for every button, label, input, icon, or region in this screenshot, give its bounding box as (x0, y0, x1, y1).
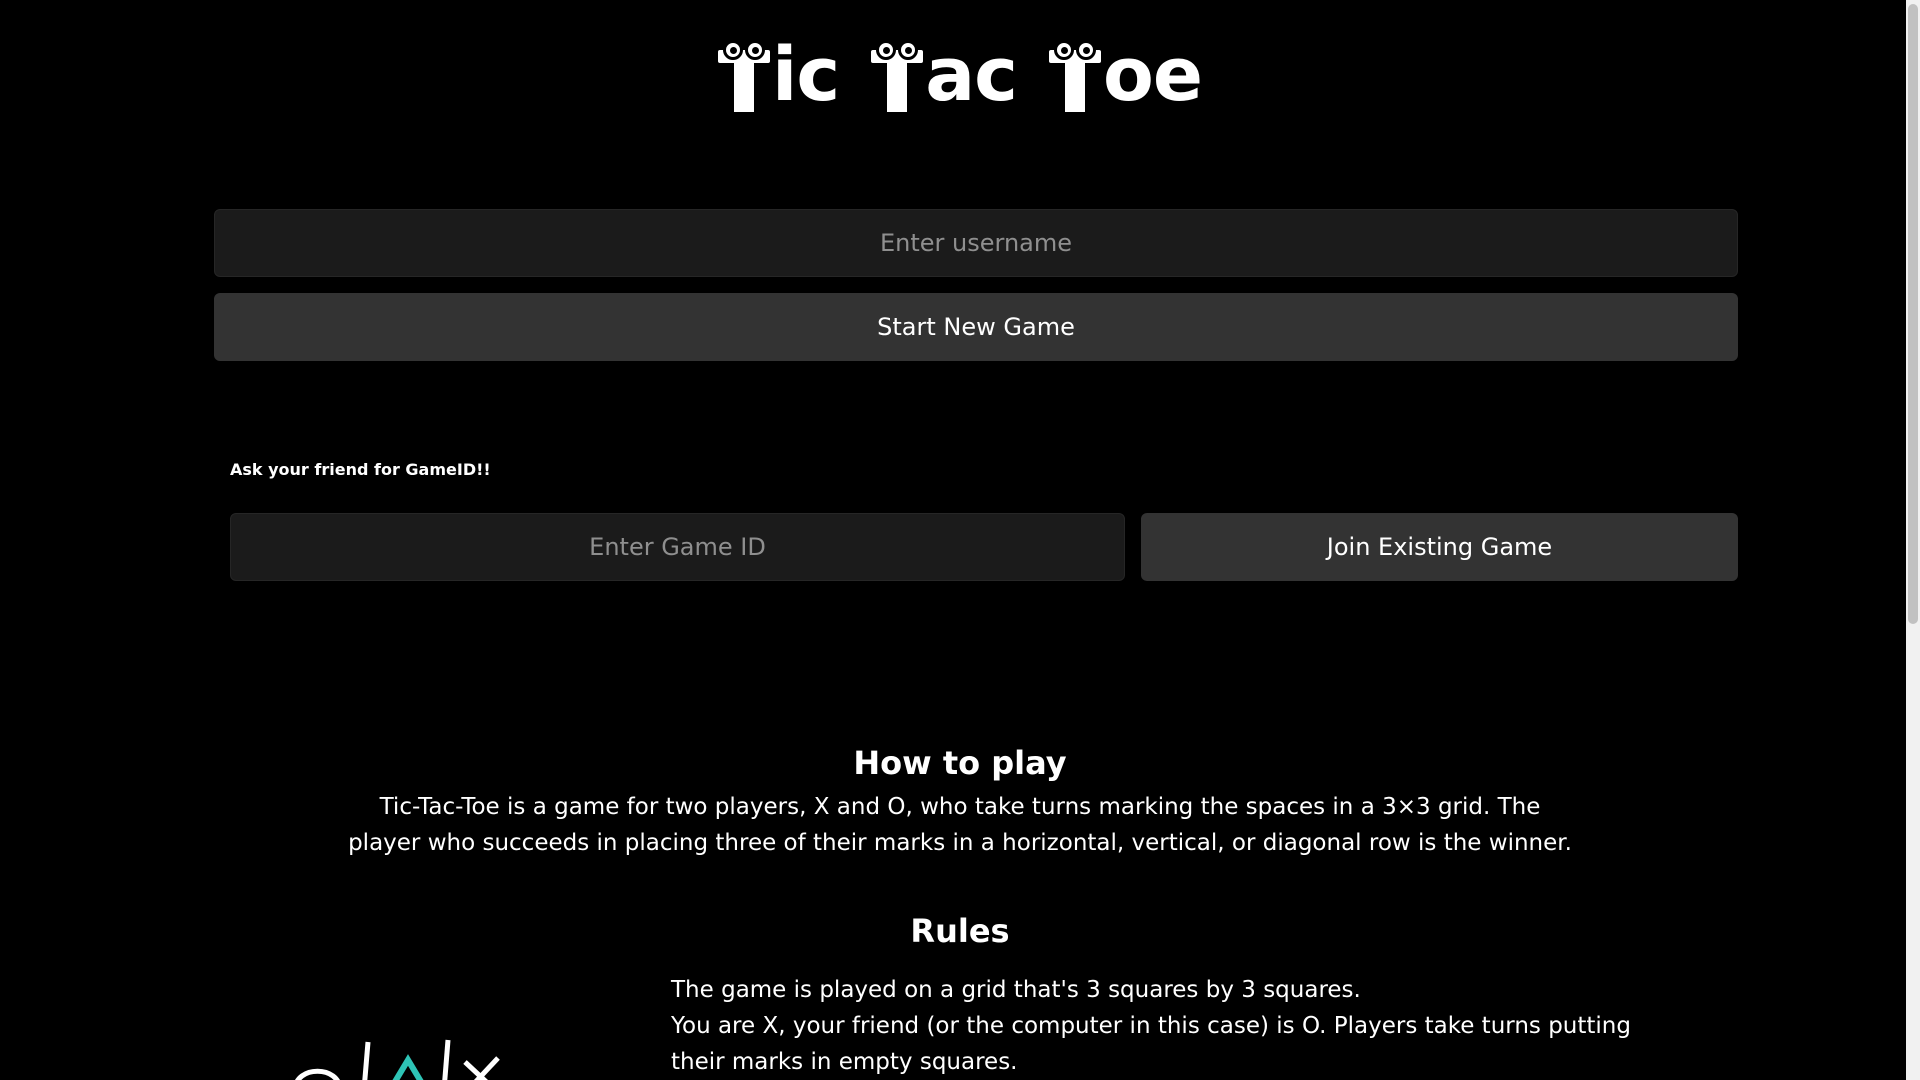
start-new-game-button[interactable]: Start New Game (214, 293, 1738, 361)
join-hint-text: Ask your friend for GameID!! (230, 460, 491, 479)
eyed-t-letter (1049, 40, 1101, 112)
vertical-scrollbar[interactable] (1906, 0, 1920, 1080)
eye-icon (722, 40, 743, 60)
rules-list: The game is played on a grid that's 3 sq… (671, 972, 1671, 1080)
game-title: ic ac oe (0, 38, 1920, 112)
join-existing-game-button[interactable]: Join Existing Game (1141, 513, 1738, 581)
eye-icon (1076, 40, 1096, 60)
page: ic ac oe Start New Game Ask your friend … (0, 0, 1920, 1080)
rules-heading: Rules (910, 912, 1010, 950)
tic-tac-toe-illustration (280, 1030, 560, 1080)
title-word-rest: ic (771, 32, 840, 118)
username-input[interactable] (214, 209, 1738, 277)
rule-item: You are X, your friend (or the computer … (671, 1013, 1631, 1075)
eyed-t-letter (717, 40, 770, 112)
eye-icon (1054, 40, 1074, 60)
eyed-t-letter (871, 40, 924, 112)
scrollbar-thumb[interactable] (1908, 4, 1918, 624)
how-to-play-heading: How to play (853, 744, 1067, 782)
title-word-tac: ac (871, 32, 1018, 118)
title-word-rest: ac (925, 32, 1018, 118)
title-word-tic: ic (717, 32, 840, 118)
game-id-input[interactable] (230, 513, 1125, 581)
rule-item: The game is played on a grid that's 3 sq… (671, 977, 1361, 1003)
how-to-play-text: Tic-Tac-Toe is a game for two players, X… (348, 794, 1572, 856)
eye-icon (744, 40, 765, 60)
title-word-rest: oe (1103, 32, 1203, 118)
title-word-toe: oe (1049, 32, 1203, 118)
